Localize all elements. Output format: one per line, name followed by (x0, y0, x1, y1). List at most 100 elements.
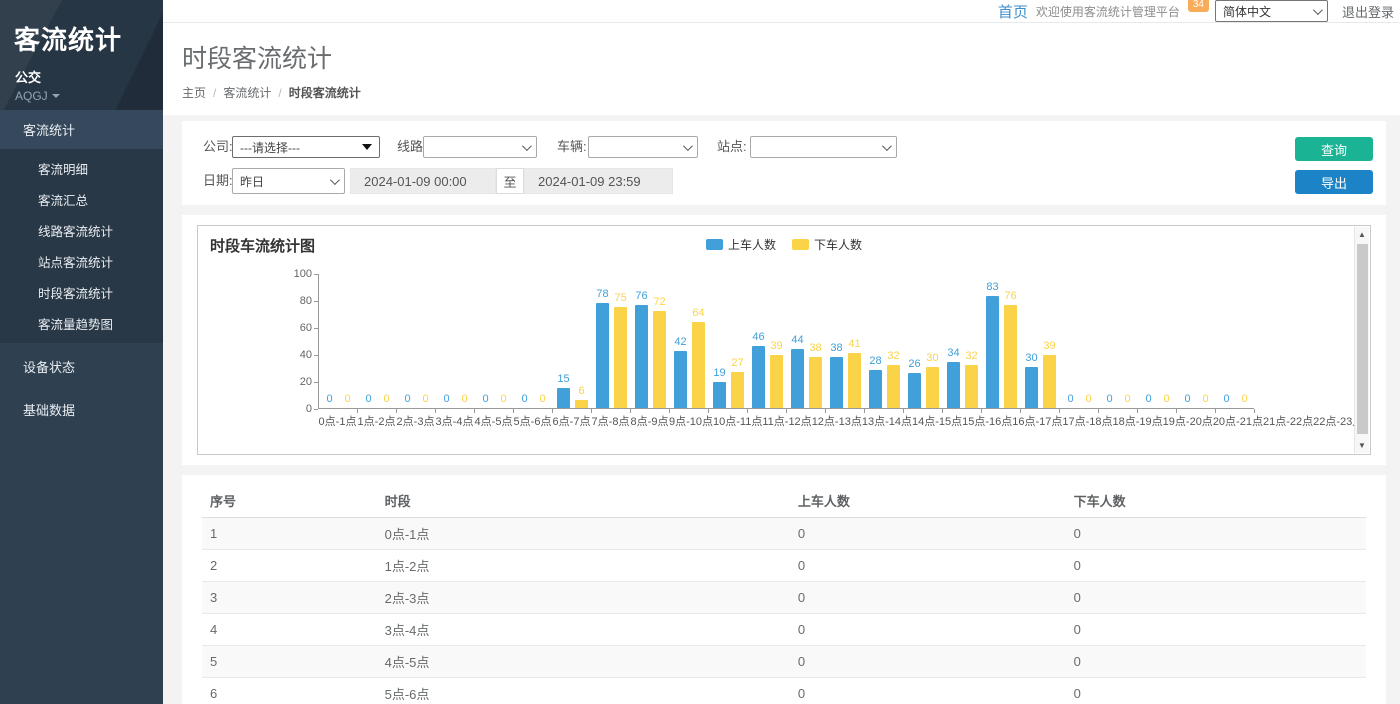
bar-下车人数[interactable] (848, 353, 861, 408)
table-row[interactable]: 43点-4点00 (202, 614, 1366, 646)
bar-column: 72 (653, 273, 666, 408)
table-cell: 0 (790, 518, 1066, 550)
chart-category-group: 8376 (982, 274, 1021, 408)
date-label: 日期: (203, 170, 233, 192)
breadcrumb-home[interactable]: 主页 (182, 84, 206, 101)
table-cell: 1点-2点 (377, 550, 790, 582)
sidebar-submenu-item[interactable]: 站点客流统计 (0, 246, 163, 277)
bar-上车人数[interactable] (830, 357, 843, 408)
x-axis-tick-label: 18点-19点 (1113, 413, 1163, 429)
x-axis-tick-label: 1点-2点 (357, 413, 396, 429)
logout-link[interactable]: 退出登录 (1342, 2, 1394, 21)
bar-下车人数[interactable] (809, 357, 822, 408)
date-end-input[interactable]: 2024-01-09 23:59 (524, 168, 673, 194)
table-row[interactable]: 21点-2点00 (202, 550, 1366, 582)
bar-value-label: 27 (724, 357, 751, 369)
breadcrumb-parent[interactable]: 客流统计 (223, 84, 271, 101)
bar-value-label: 41 (841, 338, 868, 350)
table-row[interactable]: 10点-1点00 (202, 518, 1366, 550)
sidebar-submenu-item[interactable]: 客流汇总 (0, 184, 163, 215)
company-select[interactable]: ---请选择--- (232, 136, 380, 158)
bar-下车人数[interactable] (926, 367, 939, 408)
scrollbar-down-arrow[interactable]: ▼ (1355, 438, 1369, 453)
table-row[interactable]: 32点-3点00 (202, 582, 1366, 614)
bar-上车人数[interactable] (947, 362, 960, 408)
bar-上车人数[interactable] (596, 303, 609, 408)
chart-legend: 上车人数 下车人数 (198, 236, 1370, 253)
legend-item-alighting[interactable]: 下车人数 (792, 236, 862, 253)
table-cell: 4 (202, 614, 377, 646)
x-axis-tick-label: 10点-11点 (713, 413, 762, 429)
bar-上车人数[interactable] (908, 373, 921, 408)
welcome-text: 欢迎使用客流统计管理平台 (1036, 3, 1180, 20)
bar-column: 0 (497, 273, 510, 408)
bar-下车人数[interactable] (575, 400, 588, 408)
scrollbar-up-arrow[interactable]: ▲ (1355, 227, 1369, 242)
table-row[interactable]: 54点-5点00 (202, 646, 1366, 678)
date-start-input[interactable]: 2024-01-09 00:00 (350, 168, 496, 194)
breadcrumb-separator: / (278, 86, 281, 100)
chart-category-group: 156 (553, 274, 592, 408)
scrollbar-thumb[interactable] (1357, 244, 1368, 434)
bar-上车人数[interactable] (869, 370, 882, 408)
sidebar-submenu-item[interactable]: 时段客流统计 (0, 277, 163, 308)
app-logo-title: 客流统计 (0, 0, 163, 57)
sidebar-submenu-item[interactable]: 线路客流统计 (0, 215, 163, 246)
bar-column: 76 (635, 273, 648, 408)
chart-scrollbar[interactable]: ▲ ▼ (1354, 227, 1369, 453)
bar-下车人数[interactable] (1004, 305, 1017, 408)
bar-上车人数[interactable] (674, 351, 687, 408)
table-row[interactable]: 65点-6点00 (202, 678, 1366, 704)
bar-下车人数[interactable] (614, 307, 627, 408)
vehicle-select[interactable] (588, 136, 698, 158)
company-select-value: ---请选择--- (240, 139, 300, 156)
bar-上车人数[interactable] (752, 346, 765, 408)
bar-上车人数[interactable] (986, 296, 999, 408)
bar-value-label: 39 (1036, 340, 1063, 352)
org-code-dropdown[interactable]: AQGJ (0, 86, 163, 103)
bar-下车人数[interactable] (692, 322, 705, 408)
bar-下车人数[interactable] (731, 372, 744, 408)
bar-column: 0 (1121, 273, 1134, 408)
sidebar-section-device-status[interactable]: 设备状态 (0, 347, 163, 386)
table-cell: 5点-6点 (377, 678, 790, 704)
sidebar-section-base-data[interactable]: 基础数据 (0, 390, 163, 429)
bar-column: 38 (809, 273, 822, 408)
table-cell: 3点-4点 (377, 614, 790, 646)
chart-category-group: 4639 (748, 274, 787, 408)
bar-上车人数[interactable] (635, 305, 648, 408)
sidebar-submenu-item[interactable]: 客流明细 (0, 153, 163, 184)
notification-badge[interactable]: 34 (1188, 0, 1209, 12)
legend-item-boarding[interactable]: 上车人数 (706, 236, 776, 253)
content-area: 公司: ---请选择--- 线路: 车辆: 站点: (163, 115, 1400, 704)
chart-category-group: 7875 (592, 274, 631, 408)
chevron-down-icon (683, 141, 693, 151)
page-title: 时段客流统计 (182, 39, 1400, 75)
export-button[interactable]: 导出 (1295, 170, 1373, 194)
bar-上车人数[interactable] (713, 382, 726, 408)
filter-panel: 公司: ---请选择--- 线路: 车辆: 站点: (182, 121, 1386, 205)
date-preset-select[interactable]: 昨日 (232, 168, 345, 194)
sidebar-submenu-item[interactable]: 客流量趋势图 (0, 308, 163, 339)
table-cell: 1 (202, 518, 377, 550)
bar-下车人数[interactable] (887, 365, 900, 408)
bar-下车人数[interactable] (965, 365, 978, 408)
bar-column: 32 (887, 273, 900, 408)
sidebar-section-passenger-stats[interactable]: 客流统计 (0, 110, 163, 149)
bar-column: 0 (1220, 273, 1233, 408)
language-select[interactable]: 简体中文 (1215, 0, 1328, 22)
bar-下车人数[interactable] (1043, 355, 1056, 408)
language-select-value: 简体中文 (1223, 3, 1271, 20)
bar-下车人数[interactable] (653, 311, 666, 408)
station-select[interactable] (750, 136, 897, 158)
bar-column: 39 (770, 273, 783, 408)
bar-column: 42 (674, 273, 687, 408)
bar-下车人数[interactable] (770, 355, 783, 408)
table-cell: 0点-1点 (377, 518, 790, 550)
bar-上车人数[interactable] (1025, 367, 1038, 408)
line-select[interactable] (423, 136, 537, 158)
bar-上车人数[interactable] (791, 349, 804, 408)
home-link[interactable]: 首页 (998, 1, 1028, 22)
bar-column: 0 (380, 273, 393, 408)
query-button[interactable]: 查询 (1295, 137, 1373, 161)
